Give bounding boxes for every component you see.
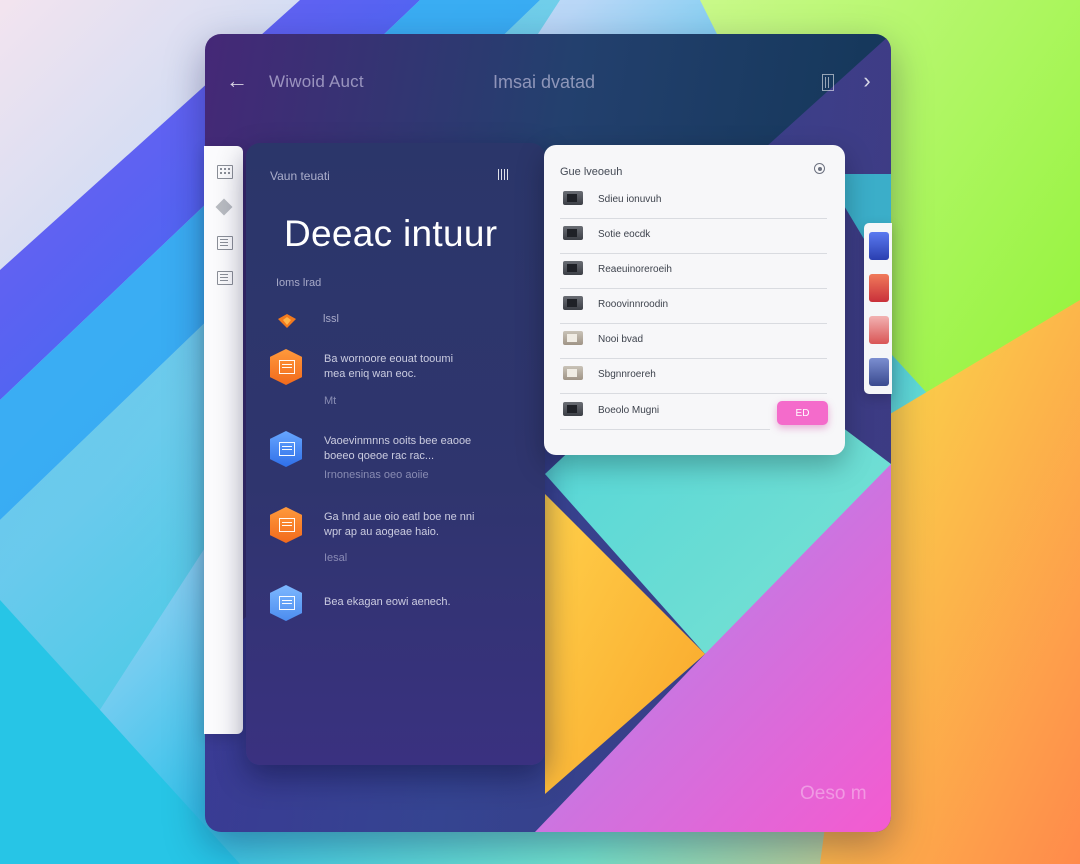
- app-thumbnail[interactable]: [869, 316, 889, 344]
- app-switcher: [864, 223, 892, 394]
- list-item-label: Reaeuinoreroeih: [598, 264, 672, 275]
- main-panel: Vaun teuati Deeac intuur Ioms lrad lssl …: [246, 143, 545, 765]
- chevron-right-icon[interactable]: ›: [853, 67, 881, 95]
- list-item-label: Nooi bvad: [598, 334, 644, 345]
- feature-description: Ba wornoore eouat tooumi mea eniq wan eo…: [324, 353, 454, 380]
- orange-diamond-icon: [278, 314, 296, 328]
- columns-icon[interactable]: [822, 74, 834, 91]
- list-item[interactable]: Rooovinnroodin: [560, 288, 827, 324]
- thumbnail-icon: [563, 402, 583, 416]
- page-title: Imsai dvatad: [493, 72, 596, 92]
- feature-meta: Iesal: [324, 552, 348, 564]
- feature-meta: Mt: [324, 395, 337, 407]
- app-title: Wiwoid Auct: [269, 72, 364, 91]
- app-thumbnail[interactable]: [869, 358, 889, 386]
- document-icon: [270, 585, 302, 621]
- feature-item[interactable]: Bea ekagan eowi aenech.: [270, 585, 530, 625]
- list-icon[interactable]: [217, 236, 233, 250]
- action-button[interactable]: ED: [777, 401, 828, 425]
- feature-meta: Irnonesinas oeo aoiie: [324, 469, 429, 481]
- list-item-label: Sbgnnroereh: [598, 369, 656, 380]
- barcode-icon[interactable]: [497, 169, 509, 180]
- list-item[interactable]: Boeolo Mugni: [560, 394, 770, 430]
- grid-icon[interactable]: [217, 165, 233, 179]
- list-item-label: Sotie eocdk: [598, 229, 651, 240]
- document-icon: [270, 431, 302, 467]
- list-item[interactable]: Sbgnnroereh: [560, 358, 827, 394]
- feature-description: Ga hnd aue oio eatl boe ne nni wpr ap au…: [324, 511, 475, 538]
- feature-item[interactable]: Ba wornoore eouat tooumi mea eniq wan eo…: [270, 349, 530, 415]
- app-thumbnail[interactable]: [869, 232, 889, 260]
- thumbnail-icon: [563, 296, 583, 310]
- list-icon[interactable]: [217, 271, 233, 285]
- thumbnail-icon: [563, 366, 583, 380]
- small-row-label: lssl: [323, 313, 339, 325]
- thumbnail-icon: [563, 191, 583, 205]
- section-label: Ioms lrad: [276, 277, 322, 289]
- panel-heading: Deeac intuur: [284, 213, 498, 254]
- list-item-label: Boeolo Mugni: [598, 405, 660, 416]
- app-thumbnail[interactable]: [869, 274, 889, 302]
- top-bar: ← Wiwoid Auct Imsai dvatad ›: [205, 34, 891, 130]
- panel-subtitle: Vaun teuati: [270, 169, 330, 183]
- card-title: Gue lveoeuh: [560, 166, 623, 178]
- list-item-label: Sdieu ionuvuh: [598, 194, 662, 205]
- watermark-text: Oeso m: [800, 783, 867, 804]
- back-arrow-icon[interactable]: ←: [223, 67, 251, 95]
- settings-icon[interactable]: [814, 163, 825, 174]
- list-card: Gue lveoeuh Sdieu ionuvuh Sotie eocdk Re…: [544, 145, 845, 455]
- side-rail: [204, 146, 243, 734]
- document-icon: [270, 349, 302, 385]
- list-item[interactable]: Sdieu ionuvuh: [560, 183, 827, 219]
- thumbnail-icon: [563, 226, 583, 240]
- feature-item[interactable]: Vaoevinmnns ooits bee eaooe boeeo qoeoe …: [270, 431, 530, 487]
- feature-description: Bea ekagan eowi aenech.: [324, 596, 451, 608]
- list-item[interactable]: Reaeuinoreroeih: [560, 253, 827, 289]
- thumbnail-icon: [563, 261, 583, 275]
- list-item-label: Rooovinnroodin: [598, 299, 669, 310]
- feature-item[interactable]: Ga hnd aue oio eatl boe ne nni wpr ap au…: [270, 507, 530, 567]
- thumbnail-icon: [563, 331, 583, 345]
- document-icon: [270, 507, 302, 543]
- list-item[interactable]: Sotie eocdk: [560, 218, 827, 254]
- diamond-icon[interactable]: [215, 198, 233, 216]
- list-item[interactable]: Nooi bvad: [560, 323, 827, 359]
- feature-description: Vaoevinmnns ooits bee eaooe boeeo qoeoe …: [324, 435, 472, 462]
